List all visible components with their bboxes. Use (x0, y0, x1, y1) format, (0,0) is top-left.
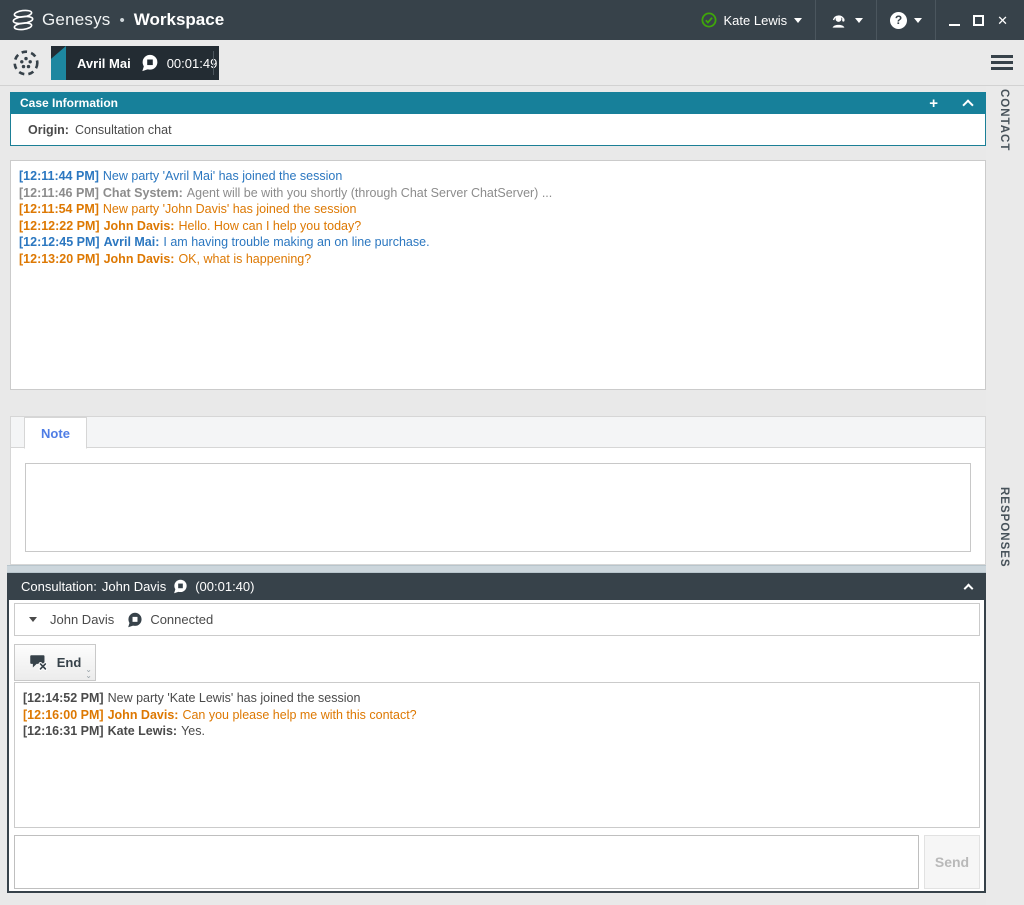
origin-label: Origin: (28, 123, 69, 137)
title-bar: Genesys • Workspace Kate Lewis ? (0, 0, 1024, 40)
brand-product: Workspace (134, 10, 224, 30)
hamburger-menu-icon[interactable] (991, 55, 1013, 70)
note-tabstrip: Note (11, 417, 985, 448)
chat-message: [12:16:00 PM]John Davis:Can you please h… (23, 707, 971, 724)
chevron-down-icon (914, 18, 922, 23)
interaction-bar: Avril Mai 00:01:49 (0, 40, 1024, 86)
genesys-logo-icon (10, 7, 36, 33)
chat-bubble-icon (173, 579, 188, 594)
consultation-transcript[interactable]: [12:14:52 PM]New party 'Kate Lewis' has … (14, 682, 980, 828)
consultation-party: John Davis (102, 579, 166, 594)
chevron-down-icon (794, 18, 802, 23)
party-name: John Davis (50, 612, 114, 627)
chat-bubble-icon (127, 612, 143, 628)
expand-caret-icon[interactable] (29, 617, 37, 622)
chat-message: [12:11:44 PM]New party 'Avril Mai' has j… (19, 168, 977, 185)
tab-accent-stripe (51, 46, 66, 80)
add-icon[interactable]: + (929, 96, 938, 111)
tab-party-name: Avril Mai (77, 56, 131, 71)
end-chat-icon (29, 654, 49, 672)
chat-message: [12:12:45 PM]Avril Mai:I am having troub… (19, 234, 977, 251)
agent-status-menu[interactable]: Kate Lewis (688, 0, 816, 40)
maximize-icon[interactable] (973, 15, 984, 26)
window-controls: ✕ (935, 0, 1024, 40)
agent-name: Kate Lewis (724, 13, 788, 28)
case-information-header: Case Information + (10, 92, 986, 114)
brand-separator: • (120, 12, 125, 29)
consultation-title: Consultation: (21, 579, 97, 594)
main-chat-transcript[interactable]: [12:11:44 PM]New party 'Avril Mai' has j… (10, 160, 986, 390)
chat-message: [12:12:22 PM]John Davis:Hello. How can I… (19, 218, 977, 235)
message-input[interactable] (14, 835, 919, 889)
chat-message: [12:11:54 PM]New party 'John Davis' has … (19, 201, 977, 218)
party-status: Connected (150, 612, 213, 627)
chat-message: [12:14:52 PM]New party 'Kate Lewis' has … (23, 690, 971, 707)
case-information-body: Origin: Consultation chat (10, 114, 986, 146)
brand-name: Genesys (42, 10, 111, 30)
consultation-panel: Consultation: John Davis (00:01:40) John… (7, 573, 986, 893)
chat-interaction-tab[interactable]: Avril Mai 00:01:49 (51, 46, 219, 80)
side-rail: CONTACT RESPONSES (986, 86, 1024, 905)
case-information-title: Case Information (20, 96, 118, 110)
chevron-down-icon (855, 18, 863, 23)
tab-timer: 00:01:49 (167, 56, 218, 71)
send-button[interactable]: Send (924, 835, 980, 889)
minimize-icon[interactable] (949, 24, 960, 26)
brand: Genesys • Workspace (10, 7, 224, 33)
consultation-header: Consultation: John Davis (00:01:40) (9, 573, 984, 600)
interaction-party-icon[interactable] (12, 49, 40, 77)
tab-responses[interactable]: RESPONSES (998, 487, 1010, 568)
ready-check-icon (701, 12, 717, 28)
tab-separator (213, 51, 214, 75)
collapse-chevron-icon[interactable] (964, 583, 974, 593)
tab-contact[interactable]: CONTACT (998, 89, 1010, 151)
workspace-window: Genesys • Workspace Kate Lewis ? (0, 0, 1024, 905)
panel-splitter[interactable] (7, 565, 986, 573)
origin-value: Consultation chat (75, 123, 172, 137)
chat-message: [12:11:46 PM]Chat System:Agent will be w… (19, 185, 977, 202)
chat-message: [12:16:31 PM]Kate Lewis:Yes. (23, 723, 971, 740)
note-input[interactable] (25, 463, 971, 552)
tab-note[interactable]: Note (24, 417, 87, 449)
note-panel: Note (10, 416, 986, 565)
consultation-timer: (00:01:40) (195, 579, 254, 594)
close-icon[interactable]: ✕ (997, 14, 1008, 27)
supervisor-menu[interactable] (815, 0, 876, 40)
chat-bubble-icon (141, 54, 159, 72)
help-icon: ? (890, 12, 907, 29)
headset-agent-icon (829, 11, 848, 30)
end-consultation-button[interactable]: End ⌄⌄ (14, 644, 96, 681)
chat-message: [12:13:20 PM]John Davis:OK, what is happ… (19, 251, 977, 268)
consultation-party-row[interactable]: John Davis Connected (14, 603, 980, 636)
help-menu[interactable]: ? (876, 0, 935, 40)
more-options-icon: ⌄⌄ (85, 667, 92, 679)
end-button-label: End (57, 655, 82, 670)
case-information-panel: Case Information + Origin: Consultation … (10, 92, 986, 146)
collapse-chevron-icon[interactable] (962, 99, 973, 110)
